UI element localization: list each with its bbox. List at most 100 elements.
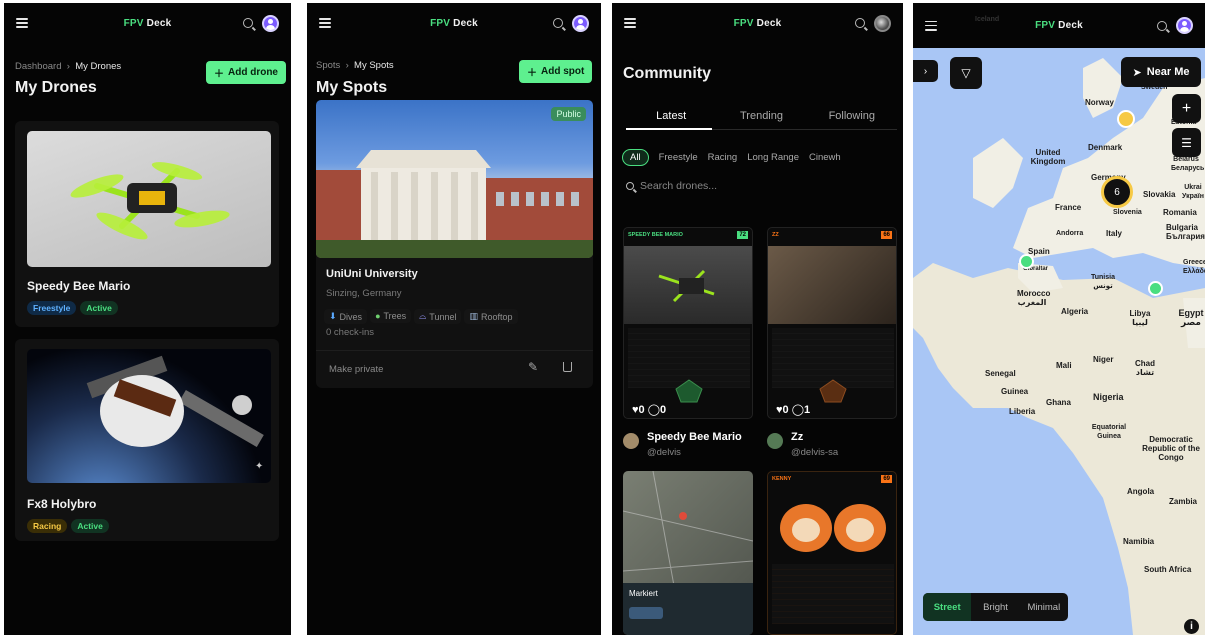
search-input[interactable]: Search drones... [640,180,717,192]
cluster-marker[interactable]: 6 [1101,176,1133,208]
map-label: Spain [1028,247,1050,256]
visibility-badge: Public [551,107,586,121]
plus-icon: ＋ [527,68,537,79]
map-label: Iceland [975,16,1000,23]
post-drone-name[interactable]: Zz [791,431,803,443]
add-spot-button[interactable]: ＋ Add spot [519,60,593,83]
post-username[interactable]: @delvis [647,447,681,458]
comment-icon[interactable]: ◯ [648,404,660,416]
map-label: Mali [1056,361,1072,370]
style-bright[interactable]: Bright [971,593,1019,621]
map-label: Norway [1085,98,1114,107]
map-label: Namibia [1123,537,1155,546]
breadcrumb-dashboard[interactable]: Dashboard [15,61,61,72]
filter-long-range[interactable]: Long Range [747,152,799,163]
spot-card[interactable]: Public UniUni University Sinzing, German… [316,100,593,388]
avatar[interactable] [623,433,639,449]
style-minimal[interactable]: Minimal [1020,593,1068,621]
feed-tabs: Latest Trending Following [626,110,897,122]
map-label: Belarus Беларусь [1171,156,1205,172]
feature-chip: ▥ Rooftop [464,309,518,324]
search-icon[interactable] [553,18,563,28]
score-badge: 72 [737,231,748,239]
feature-list: ⬇ Dives ● Trees ⌓ Tunnel ▥ Rooftop [324,306,521,324]
post-username[interactable]: @delvis-sa [791,447,838,458]
map-label: Nigeria [1093,392,1124,402]
tab-trending[interactable]: Trending [716,110,806,122]
drone-post-card[interactable]: SPEEDY BEE MARIO 72 ♥0 ◯0 [623,227,753,419]
search-field[interactable]: Search drones... [626,175,897,197]
search-icon[interactable] [243,18,253,28]
map-label: Senegal [985,369,1016,378]
tab-latest[interactable]: Latest [626,110,716,122]
filter-racing[interactable]: Racing [708,152,738,163]
add-drone-button[interactable]: ＋ Add drone [206,61,286,84]
filter-cinewhoop[interactable]: Cinewh [809,152,841,163]
spot-post-card[interactable]: Markiert [623,471,753,635]
filter-freestyle[interactable]: Freestyle [659,152,698,163]
tab-following[interactable]: Following [807,110,897,122]
feature-chip: ⌓ Tunnel [414,309,462,324]
status-badge: Active [80,301,118,315]
list-icon[interactable]: ☰ [1172,128,1201,157]
card-title: KENNY [772,476,792,482]
my-spots-screen: FPV Deck Spots › My Spots My Spots ＋ Add … [307,3,601,635]
drone-card[interactable]: ✦ Fx8 Holybro Racing Active [15,339,279,541]
spot-marker[interactable] [1019,254,1034,269]
menu-icon[interactable] [319,18,331,28]
map-screen: FPV Deck Iceland Norway United Kingdom D… [913,3,1205,635]
dive-icon: ⬇ [329,311,337,321]
active-tab-indicator [626,128,712,130]
comment-icon[interactable]: ◯ [792,404,804,416]
info-icon[interactable]: i [1184,619,1199,634]
avatar[interactable] [572,14,589,32]
feature-chip: ● Trees [370,309,412,323]
breadcrumb-spots[interactable]: Spots [316,60,340,71]
drone-card[interactable]: Speedy Bee Mario Freestyle Active [15,121,279,327]
card-title: ZZ [772,232,779,238]
trash-icon[interactable] [563,362,572,372]
style-street[interactable]: Street [923,593,972,621]
avatar[interactable] [767,433,783,449]
map-label: Denmark [1088,143,1123,152]
avatar[interactable] [262,14,279,32]
status-badge: Active [71,519,109,533]
near-me-button[interactable]: ➤ Near Me [1121,57,1201,87]
spot-marker[interactable] [1117,110,1135,128]
drone-photo [27,131,271,267]
search-icon[interactable] [855,18,865,28]
breadcrumb-current: My Drones [75,61,122,72]
top-bar: FPV Deck [612,3,903,43]
filter-button[interactable]: ▽ [950,57,982,89]
top-bar: FPV Deck [307,3,601,43]
breadcrumb-current: My Spots [354,60,394,71]
menu-icon[interactable] [624,18,636,28]
map-label: United Kingdom [1030,148,1066,166]
drone-name: Fx8 Holybro [27,497,97,511]
search-icon[interactable] [1157,20,1167,31]
map-label: Libya ليبيا [1129,309,1151,327]
zoom-in-button[interactable]: + [1172,94,1201,123]
menu-icon[interactable] [925,20,937,31]
drone-post-card[interactable]: KENNY 69 [767,471,897,635]
popup-button[interactable] [629,607,663,619]
map-canvas[interactable] [913,48,1205,635]
menu-icon[interactable] [16,18,28,28]
avatar[interactable] [1176,17,1193,34]
drone-name: Speedy Bee Mario [27,279,131,293]
chevron-right-icon[interactable]: › [913,60,938,82]
page-title: My Spots [316,79,388,96]
filter-all[interactable]: All [622,149,649,166]
spot-marker[interactable] [1148,281,1163,296]
map-label: Tunisia تونس [1091,274,1115,290]
map-popup: Markiert [623,583,753,635]
make-private-button[interactable]: Make private [329,364,383,375]
avatar[interactable] [874,14,891,32]
drone-post-card[interactable]: ZZ 66 ♥0 ◯1 [767,227,897,419]
edit-icon[interactable]: ✎ [528,360,538,374]
page-title: Community [623,65,711,82]
navigation-icon: ➤ [1132,66,1142,79]
map-label: Ghana [1046,398,1071,407]
tag-badge: Racing [27,519,68,533]
post-drone-name[interactable]: Speedy Bee Mario [647,431,742,443]
